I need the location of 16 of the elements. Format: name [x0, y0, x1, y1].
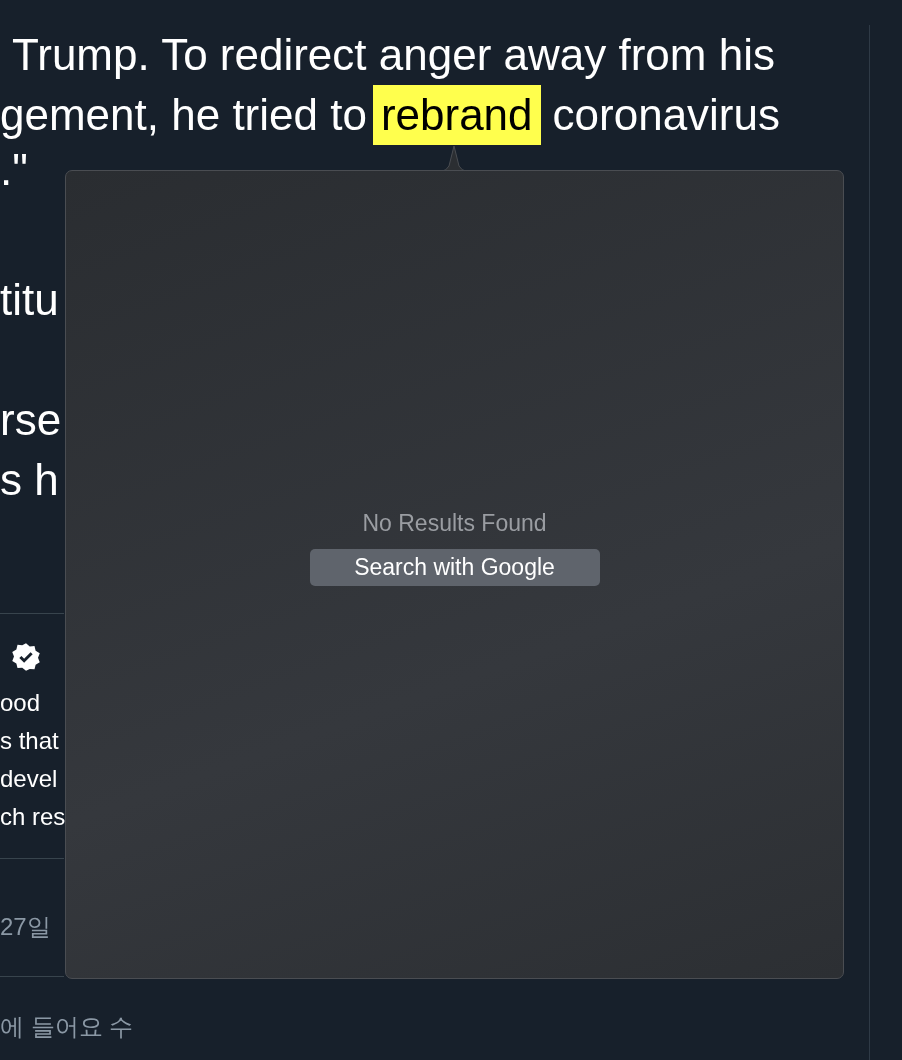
search-button[interactable]: Search with Google — [309, 548, 600, 586]
text-line: titu — [0, 274, 59, 326]
tweet-text: ch res — [0, 802, 67, 832]
date-text: 27일 — [0, 912, 52, 942]
footer-text: 에 들어요 수 — [0, 1012, 135, 1042]
text-line: gement, he tried to — [0, 89, 367, 141]
text-line: ." — [0, 144, 28, 196]
status-message: No Results Found — [362, 509, 547, 538]
text-line: coronavirus — [552, 89, 780, 141]
text-line: s h — [0, 454, 59, 506]
tweet-text: devel — [0, 764, 59, 794]
tweet-text: ood — [0, 688, 42, 718]
tweet-text: s that — [0, 726, 60, 756]
text-line: rse — [0, 394, 62, 446]
highlighted-word: rebrand — [372, 85, 541, 145]
text-line: Trump. To redirect anger away from his — [12, 29, 775, 81]
